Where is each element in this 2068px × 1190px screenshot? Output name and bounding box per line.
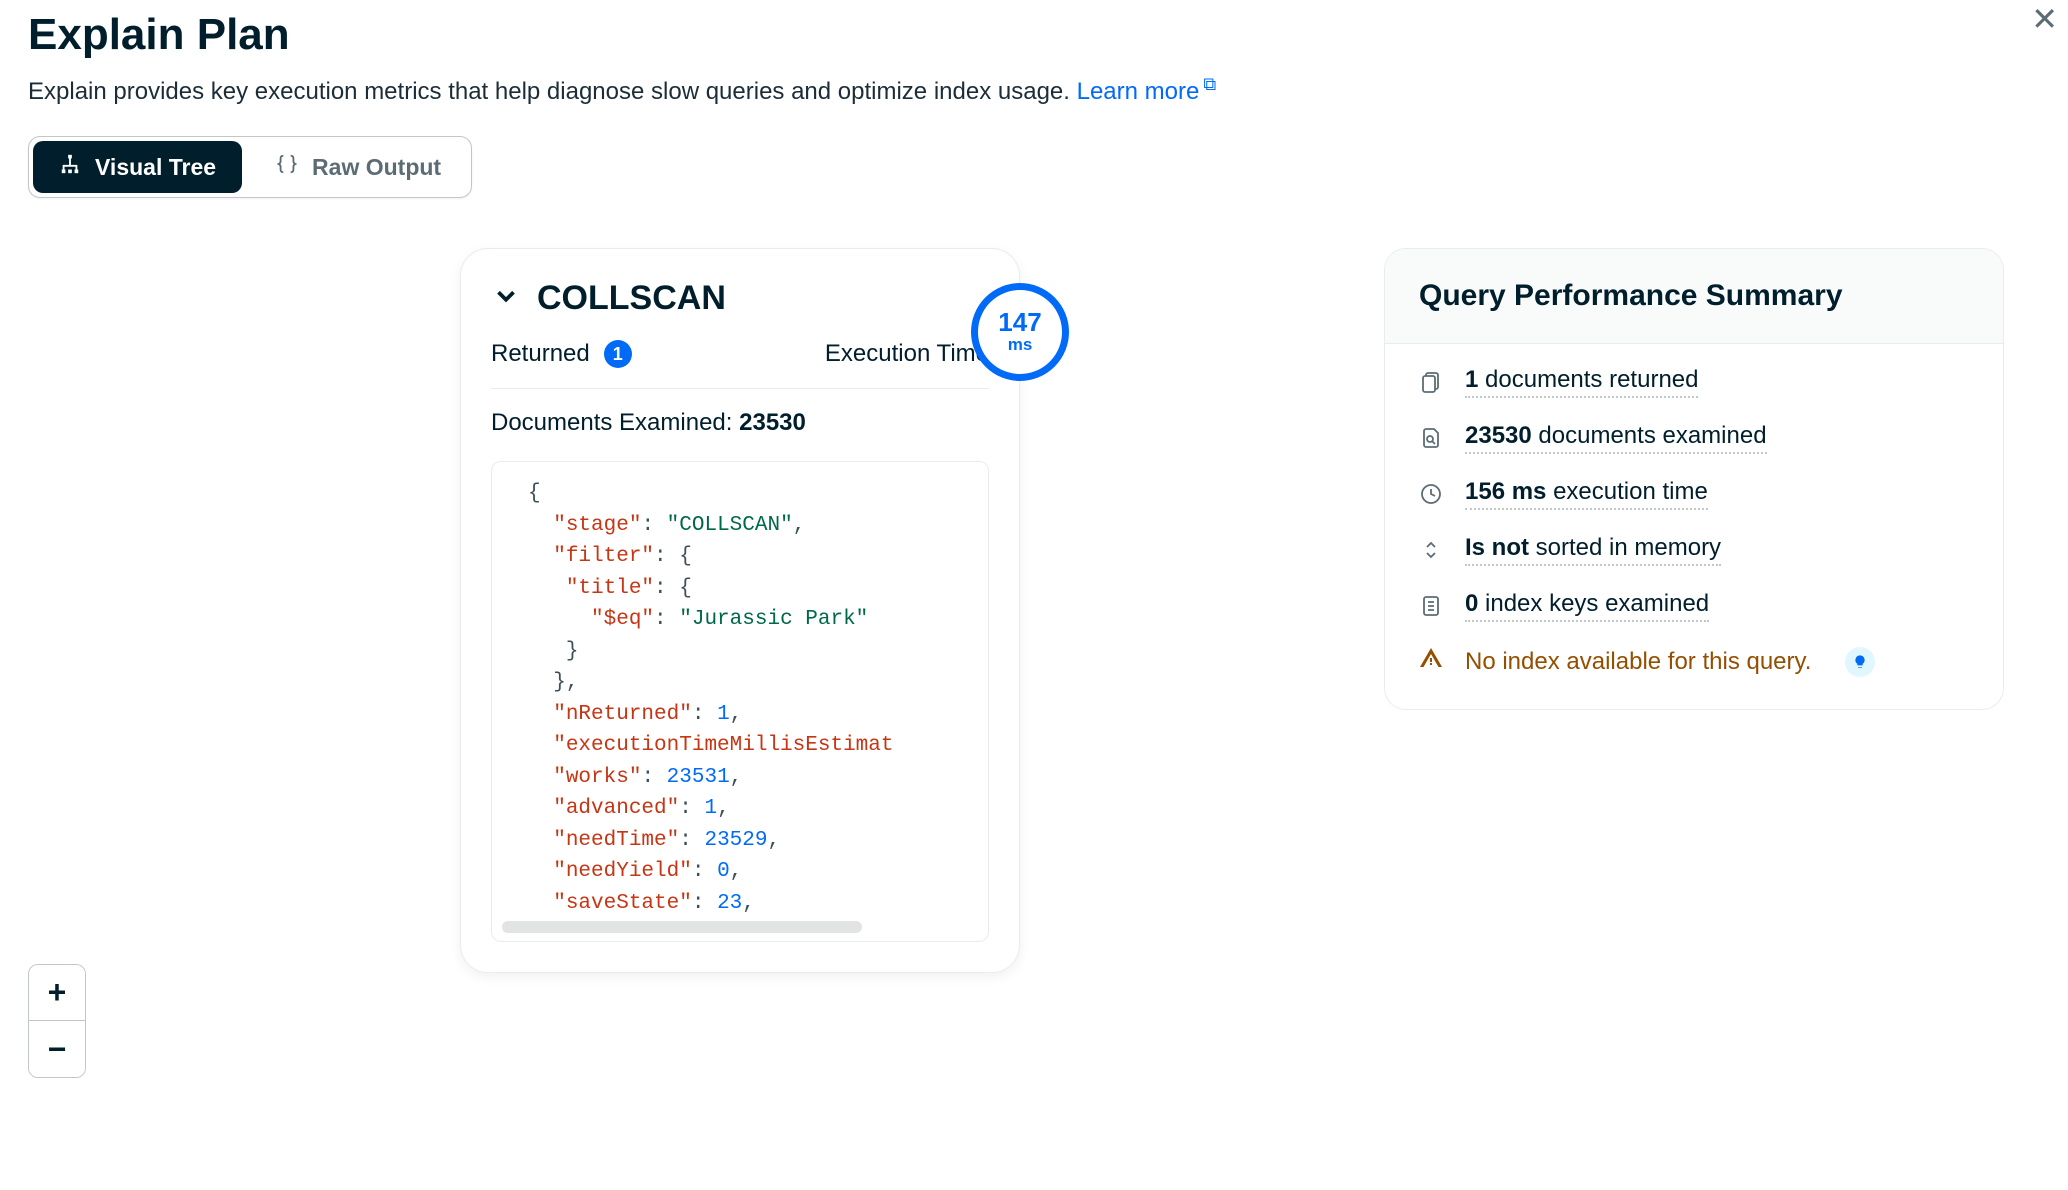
exec-time-value: 147 [998,309,1041,335]
documents-icon [1419,370,1443,394]
json-val: 1 [717,703,730,726]
stage-name: COLLSCAN [537,279,726,318]
close-icon[interactable]: ✕ [2031,0,2058,38]
json-val: "Jurassic Park" [679,608,868,631]
summary-value: 156 ms [1465,478,1546,505]
page-title: Explain Plan [28,10,2040,60]
json-key: "advanced" [553,797,679,820]
tree-icon [59,153,81,181]
summary-label: index keys examined [1478,590,1709,617]
learn-more-link[interactable]: Learn more⧉ [1077,78,1217,105]
summary-docs-examined: 23530 documents examined [1419,422,1969,454]
summary-value: 1 [1465,366,1478,393]
json-key: "needYield" [553,860,692,883]
json-key: "$eq" [591,608,654,631]
json-key: "title" [566,577,654,600]
exec-time-unit: ms [1008,335,1033,355]
page-subtitle: Explain provides key execution metrics t… [28,74,2040,106]
stage-json: ▾{ "stage": "COLLSCAN", ▾ "filter": { ▾ … [491,461,989,942]
chevron-down-icon [491,281,521,316]
summary-label: documents returned [1478,366,1698,393]
view-tabs: Visual Tree Raw Output [28,136,472,198]
json-val: 1 [704,797,717,820]
summary-value: 23530 [1465,422,1532,449]
docs-examined-label: Documents Examined: [491,409,732,436]
divider [491,388,989,389]
json-key: "needTime" [553,829,679,852]
summary-sorted: Is not sorted in memory [1419,534,1969,566]
json-key: "saveState" [553,892,692,915]
json-val: 0 [717,860,730,883]
summary-label: execution time [1546,478,1707,505]
json-key: "works" [553,766,641,789]
stage-metrics-row: Returned 1 Execution Time [491,340,989,368]
returned-label: Returned [491,340,590,368]
stage-card-collscan: 147 ms COLLSCAN Returned 1 Execution Tim… [460,248,1020,973]
json-val: "COLLSCAN" [667,514,793,537]
json-key: "stage" [553,514,641,537]
summary-value: Is not [1465,534,1529,561]
json-val: 23 [717,892,742,915]
warning-icon [1419,646,1443,677]
subtitle-text: Explain provides key execution metrics t… [28,78,1070,105]
json-val: 23531 [667,766,730,789]
tab-visual-tree[interactable]: Visual Tree [33,141,242,193]
tab-raw-output[interactable]: Raw Output [250,141,467,193]
exec-time-label: Execution Time [825,340,989,368]
docs-examined-value: 23530 [739,409,806,436]
clock-icon [1419,482,1443,506]
stage-header[interactable]: COLLSCAN [491,279,989,318]
horizontal-scrollbar[interactable] [502,921,862,933]
index-icon [1419,594,1443,618]
summary-label: documents examined [1532,422,1767,449]
query-performance-summary: Query Performance Summary 1 documents re… [1384,248,2004,710]
warning-text: No index available for this query. [1465,648,1811,676]
sort-icon [1419,538,1443,562]
json-key: "filter" [553,545,654,568]
braces-icon [276,153,298,181]
json-key: "nReturned" [553,703,692,726]
visual-tree-canvas: 147 ms COLLSCAN Returned 1 Execution Tim… [28,198,2040,1098]
execution-time-badge: 147 ms [971,283,1069,381]
json-val: 23529 [704,829,767,852]
document-search-icon [1419,426,1443,450]
documents-examined: Documents Examined: 23530 [491,409,989,437]
external-link-icon: ⧉ [1203,74,1216,94]
json-key: "executionTimeMillisEstimat [553,734,893,757]
zoom-controls: + − [28,964,86,1078]
learn-more-label: Learn more [1077,78,1200,105]
zoom-in-button[interactable]: + [29,965,85,1021]
zoom-out-button[interactable]: − [29,1021,85,1077]
summary-warning: No index available for this query. [1419,646,1969,677]
summary-exec-time: 156 ms execution time [1419,478,1969,510]
summary-docs-returned: 1 documents returned [1419,366,1969,398]
summary-title: Query Performance Summary [1385,249,2003,344]
summary-value: 0 [1465,590,1478,617]
tab-visual-tree-label: Visual Tree [95,154,216,181]
summary-label: sorted in memory [1529,534,1721,561]
returned-count-badge: 1 [604,340,632,368]
tab-raw-output-label: Raw Output [312,154,441,181]
bulb-icon[interactable] [1845,647,1875,677]
summary-index-keys: 0 index keys examined [1419,590,1969,622]
